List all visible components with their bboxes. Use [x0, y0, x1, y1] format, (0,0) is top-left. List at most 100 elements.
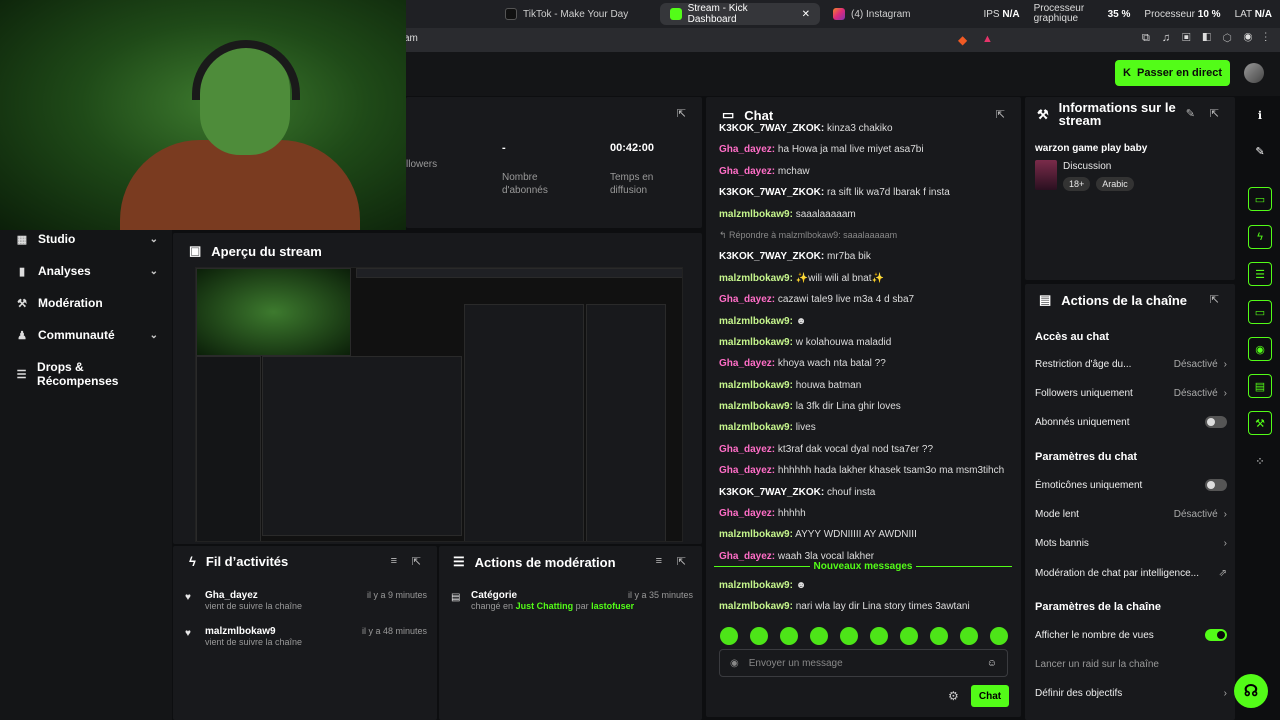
- chat-username[interactable]: malzmlbokaw9:: [719, 401, 793, 412]
- chevron-right-icon: ›: [1223, 508, 1227, 520]
- chat-username[interactable]: malzmlbokaw9:: [719, 209, 793, 220]
- section-channel-settings: Paramètres de la chaîne: [1035, 601, 1161, 613]
- chat-username[interactable]: malzmlbokaw9:: [719, 529, 793, 540]
- edit-icon[interactable]: ✎: [1186, 107, 1195, 120]
- chat-text: lives: [795, 422, 816, 434]
- sidebar-item-moderation[interactable]: ⚒ Modération: [16, 296, 158, 310]
- emote-icon[interactable]: [990, 627, 1008, 645]
- show-viewers-toggle[interactable]: [1205, 629, 1227, 641]
- age-restriction-row[interactable]: Restriction d'âge du... Désactivé ›: [1035, 354, 1227, 374]
- rewards-icon[interactable]: ▲: [982, 33, 993, 45]
- chat-message-input[interactable]: ◉ Envoyer un message ☺: [719, 649, 1008, 677]
- chat-username[interactable]: K3KOK_7WAY_ZKOK:: [719, 487, 824, 498]
- subscribers-only-toggle[interactable]: [1205, 416, 1227, 428]
- emote-icon[interactable]: [900, 627, 918, 645]
- emote-icon[interactable]: [720, 627, 738, 645]
- actions-widget-icon[interactable]: ▤: [1248, 374, 1272, 398]
- goals-row[interactable]: Définir des objectifs ›: [1035, 683, 1227, 703]
- chat-text: mr7ba bik: [827, 251, 871, 263]
- tab-instagram[interactable]: (4) Instagram: [823, 3, 963, 25]
- chat-message: malzmlbokaw9: w kolahouwa maladid: [719, 332, 1009, 353]
- wrench-widget-icon[interactable]: ⚒: [1248, 411, 1272, 435]
- brave-shield-icon[interactable]: ◆: [958, 33, 967, 47]
- edit-icon[interactable]: ✎: [1248, 139, 1272, 163]
- emote-icon[interactable]: [780, 627, 798, 645]
- chat-username[interactable]: Gha_dayez:: [719, 358, 775, 369]
- emotes-only-toggle[interactable]: [1205, 479, 1227, 491]
- followers-only-row[interactable]: Followers uniquement Désactivé ›: [1035, 383, 1227, 403]
- extensions-icons[interactable]: ⧉♫▣◧⬡◉⋮: [1142, 32, 1279, 45]
- stream-stats-panel: ⇱ llowers - Nombre d'abonnés 00:42:00 Temp…: [406, 97, 702, 228]
- chat-username[interactable]: Gha_dayez:: [719, 294, 775, 305]
- chat-username[interactable]: malzmlbokaw9:: [719, 316, 793, 327]
- chat-username[interactable]: malzmlbokaw9:: [719, 380, 793, 391]
- chat-username[interactable]: Gha_dayez:: [719, 444, 775, 455]
- chat-username[interactable]: malzmlbokaw9:: [719, 580, 793, 591]
- smiley-icon[interactable]: ☺: [987, 658, 997, 669]
- stats-widget-icon[interactable]: ▭: [1248, 187, 1272, 211]
- filter-icon[interactable]: ≡: [391, 555, 397, 567]
- list-icon: ☰: [453, 554, 465, 569]
- layout-icon[interactable]: ⁘: [1248, 449, 1272, 473]
- chat-username[interactable]: malzmlbokaw9:: [719, 337, 793, 348]
- help-chat-button[interactable]: ☊: [1234, 674, 1268, 708]
- info-title: ⚒ Informations sur le stream: [1037, 100, 1176, 128]
- lightning-widget-icon[interactable]: ϟ: [1248, 225, 1272, 249]
- gear-icon[interactable]: ⚙: [948, 689, 959, 703]
- chat-message: Gha_dayez: hhhhhh hada lakher khasek tsa…: [719, 460, 1009, 481]
- popout-icon[interactable]: ⇱: [677, 107, 686, 120]
- popout-icon[interactable]: ⇱: [412, 555, 421, 568]
- emote-icon[interactable]: [930, 627, 948, 645]
- popout-icon[interactable]: ⇱: [1210, 107, 1219, 120]
- ai-moderation-row[interactable]: Modération de chat par intelligence... ⇗: [1035, 563, 1227, 583]
- emote-icon[interactable]: [840, 627, 858, 645]
- chat-text: w kolahouwa maladid: [795, 336, 892, 348]
- new-messages-divider[interactable]: Nouveaux messages: [714, 559, 1013, 573]
- popout-icon[interactable]: ⇱: [1210, 293, 1219, 306]
- raid-row[interactable]: Lancer un raid sur la chaîne: [1035, 654, 1227, 674]
- info-icon[interactable]: ℹ: [1248, 103, 1272, 127]
- slow-mode-row[interactable]: Mode lent Désactivé ›: [1035, 504, 1227, 524]
- community-icon: ♟: [17, 329, 27, 342]
- tab-kick-dashboard[interactable]: Stream - Kick Dashboard ✕: [660, 3, 820, 25]
- broadcast-widget-icon[interactable]: ◉: [1248, 337, 1272, 361]
- emote-icon[interactable]: [750, 627, 768, 645]
- chat-username[interactable]: K3KOK_7WAY_ZKOK:: [719, 251, 824, 262]
- chat-username[interactable]: Gha_dayez:: [719, 508, 775, 519]
- chat-username[interactable]: malzmlbokaw9:: [719, 273, 793, 284]
- banned-words-row[interactable]: Mots bannis ›: [1035, 533, 1227, 553]
- sidebar-item-studio[interactable]: ▦ Studio ⌄: [16, 232, 158, 246]
- emote-icon[interactable]: [960, 627, 978, 645]
- chat-text: ☻: [795, 315, 807, 327]
- chat-username[interactable]: K3KOK_7WAY_ZKOK:: [719, 187, 824, 198]
- chat-message: malzmlbokaw9: saaalaaaaam: [719, 204, 1009, 225]
- chat-text: cazawi tale9 live m3a 4 d sba7: [777, 294, 915, 306]
- feed-item: ♥ Gha_dayez il y a 9 minutes vient de suiv…: [185, 590, 427, 611]
- go-live-button[interactable]: K Passer en direct: [1115, 60, 1230, 86]
- chat-username[interactable]: K3KOK_7WAY_ZKOK:: [719, 123, 824, 134]
- emote-icon[interactable]: [810, 627, 828, 645]
- category-name: Discussion: [1063, 161, 1112, 172]
- chat-text: AYYY WDNIIIII AY AWDNIII: [795, 529, 917, 541]
- close-tab-icon[interactable]: ✕: [802, 9, 810, 20]
- filter-icon[interactable]: ≡: [656, 555, 662, 567]
- chat-send-button[interactable]: Chat: [971, 685, 1009, 707]
- popout-icon[interactable]: ⇱: [677, 555, 686, 568]
- tab-tiktok[interactable]: TikTok - Make Your Day: [495, 3, 650, 25]
- chat-username[interactable]: malzmlbokaw9:: [719, 422, 793, 433]
- chat-username[interactable]: Gha_dayez:: [719, 166, 775, 177]
- sidebar-item-community[interactable]: ♟ Communauté ⌄: [16, 328, 158, 342]
- user-avatar[interactable]: [1244, 63, 1264, 83]
- url-text[interactable]: am: [404, 33, 418, 44]
- headset-icon: ☊: [1243, 683, 1259, 700]
- sidebar-item-drops[interactable]: ☰ Drops & Récompenses: [16, 360, 158, 388]
- chat-username[interactable]: malzmlbokaw9:: [719, 601, 793, 612]
- list-widget-icon[interactable]: ☰: [1248, 262, 1272, 286]
- emote-picker-icon[interactable]: ◉: [730, 658, 739, 669]
- chevron-right-icon: ›: [1223, 687, 1227, 699]
- chat-widget-icon[interactable]: ▭: [1248, 300, 1272, 324]
- chat-username[interactable]: Gha_dayez:: [719, 144, 775, 155]
- sidebar-item-analyses[interactable]: ▮ Analyses ⌄: [16, 264, 158, 278]
- emote-icon[interactable]: [870, 627, 888, 645]
- chat-username[interactable]: Gha_dayez:: [719, 465, 775, 476]
